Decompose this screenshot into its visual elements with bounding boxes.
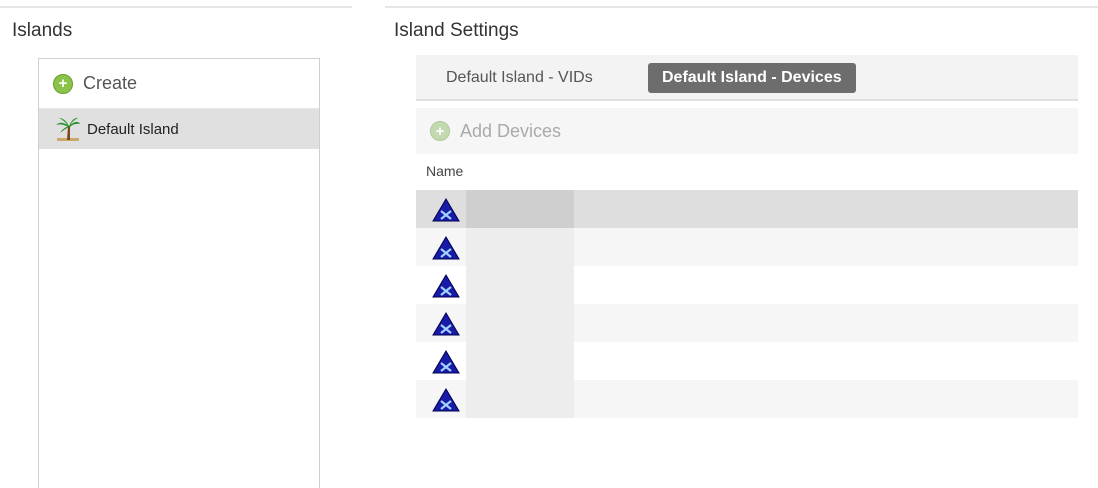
device-table bbox=[416, 190, 1078, 418]
device-triangle-icon bbox=[432, 198, 460, 222]
tab-bar: Default Island - VIDs Default Island - D… bbox=[416, 55, 1078, 101]
device-triangle-icon bbox=[432, 312, 460, 336]
device-triangle-icon bbox=[432, 388, 460, 412]
devices-toolbar: + Add Devices bbox=[416, 108, 1078, 154]
device-triangle-icon bbox=[432, 236, 460, 260]
name-column-header[interactable]: Name bbox=[426, 163, 463, 179]
table-row[interactable] bbox=[416, 190, 1078, 228]
redacted-device-name bbox=[466, 228, 574, 266]
islands-panel-title: Islands bbox=[12, 20, 73, 41]
palm-tree-icon bbox=[56, 117, 80, 141]
table-row[interactable] bbox=[416, 228, 1078, 266]
redacted-device-name bbox=[466, 380, 574, 418]
create-island-button[interactable]: + Create bbox=[39, 59, 319, 109]
device-triangle-icon bbox=[432, 350, 460, 374]
island-item-default[interactable]: Default Island bbox=[39, 109, 319, 149]
add-devices-button[interactable]: Add Devices bbox=[460, 121, 561, 142]
settings-panel-title: Island Settings bbox=[394, 20, 519, 41]
redacted-device-name bbox=[466, 266, 574, 304]
redacted-device-name bbox=[466, 190, 574, 228]
tab-devices[interactable]: Default Island - Devices bbox=[648, 63, 856, 93]
table-row[interactable] bbox=[416, 342, 1078, 380]
settings-panel-divider bbox=[385, 6, 1098, 8]
islands-list: + Create Default Island bbox=[38, 58, 320, 488]
table-row[interactable] bbox=[416, 266, 1078, 304]
island-item-label: Default Island bbox=[87, 120, 179, 138]
plus-circle-icon: + bbox=[430, 121, 450, 141]
islands-panel-divider bbox=[0, 6, 352, 8]
redacted-device-name bbox=[466, 342, 574, 380]
device-triangle-icon bbox=[432, 274, 460, 298]
redacted-device-name bbox=[466, 304, 574, 342]
tab-vids[interactable]: Default Island - VIDs bbox=[446, 63, 593, 93]
plus-circle-icon: + bbox=[53, 73, 73, 94]
table-row[interactable] bbox=[416, 380, 1078, 418]
create-label: Create bbox=[83, 73, 138, 93]
table-row[interactable] bbox=[416, 304, 1078, 342]
